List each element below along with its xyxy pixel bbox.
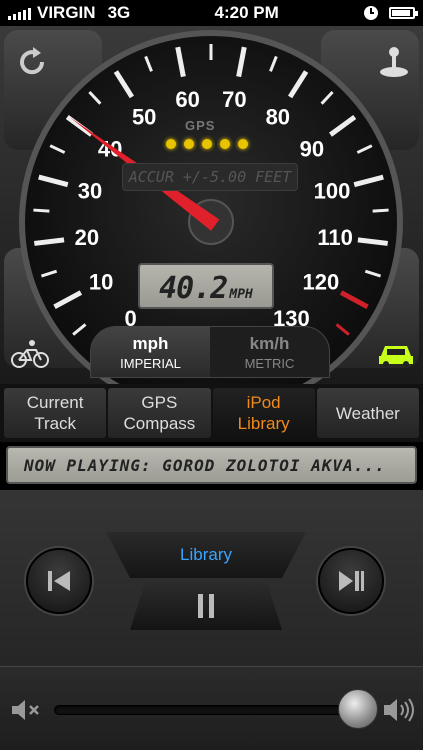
unit-imperial-option[interactable]: mph IMPERIAL <box>91 327 210 377</box>
bicycle-mode-button[interactable] <box>8 332 52 376</box>
pause-button[interactable] <box>130 582 282 630</box>
unit-metric-sub: METRIC <box>244 355 295 371</box>
unit-imperial-main: mph <box>132 333 169 353</box>
previous-icon <box>48 571 70 591</box>
status-bar: VIRGIN 3G 4:20 PM <box>0 0 423 26</box>
gauge-tick-label: 10 <box>89 270 113 295</box>
volume-slider-thumb[interactable] <box>338 689 378 729</box>
car-mode-button[interactable] <box>374 332 418 376</box>
gps-dot <box>184 139 194 149</box>
gauge-tick-label: 70 <box>222 87 246 112</box>
gauge-tick-label: 90 <box>300 136 324 161</box>
battery-icon <box>389 7 418 19</box>
unit-metric-main: km/h <box>249 333 290 353</box>
minor-tick <box>372 208 389 213</box>
mute-icon <box>12 700 39 720</box>
previous-track-button[interactable] <box>26 548 92 614</box>
tab-gps-compass[interactable]: GPS Compass <box>108 388 211 438</box>
tab-bar: Current Track GPS Compass iPod Library W… <box>0 384 423 442</box>
car-icon <box>379 346 413 367</box>
volume-max-icon <box>384 698 414 722</box>
gauge-tick-label: 120 <box>303 270 340 295</box>
library-button[interactable]: Library <box>106 532 306 578</box>
play-next-icon <box>339 571 364 591</box>
speed-unit: MPH <box>229 287 253 302</box>
unit-imperial-sub: IMPERIAL <box>120 355 181 371</box>
joystick-icon <box>380 47 408 77</box>
joystick-button[interactable] <box>372 40 416 84</box>
volume-control <box>0 666 423 750</box>
clock-icon <box>364 6 378 20</box>
gauge-tick-label: 50 <box>132 104 156 129</box>
gauge-tick-label: 60 <box>175 87 199 112</box>
volume-slider-track[interactable] <box>54 705 354 715</box>
now-playing-display: NOW PLAYING: GOROD ZOLOTOI AKVA... <box>6 446 417 484</box>
gps-dot <box>166 139 176 149</box>
signal-strength-icon <box>8 6 31 20</box>
reset-button[interactable] <box>10 40 54 84</box>
gps-dot <box>202 139 212 149</box>
next-track-button[interactable] <box>318 548 384 614</box>
gps-accuracy-display: ACCUR +/-5.00 FEET <box>122 163 298 191</box>
status-time: 4:20 PM <box>214 3 279 22</box>
gauge-tick-label: 100 <box>314 178 351 203</box>
gauge-tick-label: 20 <box>75 225 99 250</box>
music-player: Library <box>0 490 423 666</box>
digital-speed-display: 40.2 MPH <box>138 263 274 309</box>
gps-signal-dots <box>166 139 248 149</box>
network-label: 3G <box>107 3 131 22</box>
status-right <box>363 5 418 21</box>
carrier-label: VIRGIN <box>37 3 96 22</box>
unit-toggle: mph IMPERIAL km/h METRIC <box>90 326 330 378</box>
gauge-tick-label: 30 <box>78 178 102 203</box>
pause-icon <box>198 594 214 618</box>
status-left: VIRGIN 3G <box>8 3 130 23</box>
speed-value: 40.2 <box>159 271 228 306</box>
tab-weather[interactable]: Weather <box>316 388 419 438</box>
gps-dot <box>220 139 230 149</box>
tab-ipod-library[interactable]: iPod Library <box>212 388 315 438</box>
reset-icon <box>20 47 45 75</box>
tab-current-track[interactable]: Current Track <box>4 388 107 438</box>
speedometer-panel: 0102030405060708090100110120130 <box>0 26 423 384</box>
minor-tick <box>33 208 50 213</box>
gps-label: GPS <box>185 118 216 133</box>
unit-metric-option[interactable]: km/h METRIC <box>210 327 329 377</box>
gps-dot <box>238 139 248 149</box>
gauge-tick-label: 110 <box>317 225 353 250</box>
gauge-tick-label: 80 <box>266 104 290 129</box>
bicycle-icon <box>11 340 49 368</box>
